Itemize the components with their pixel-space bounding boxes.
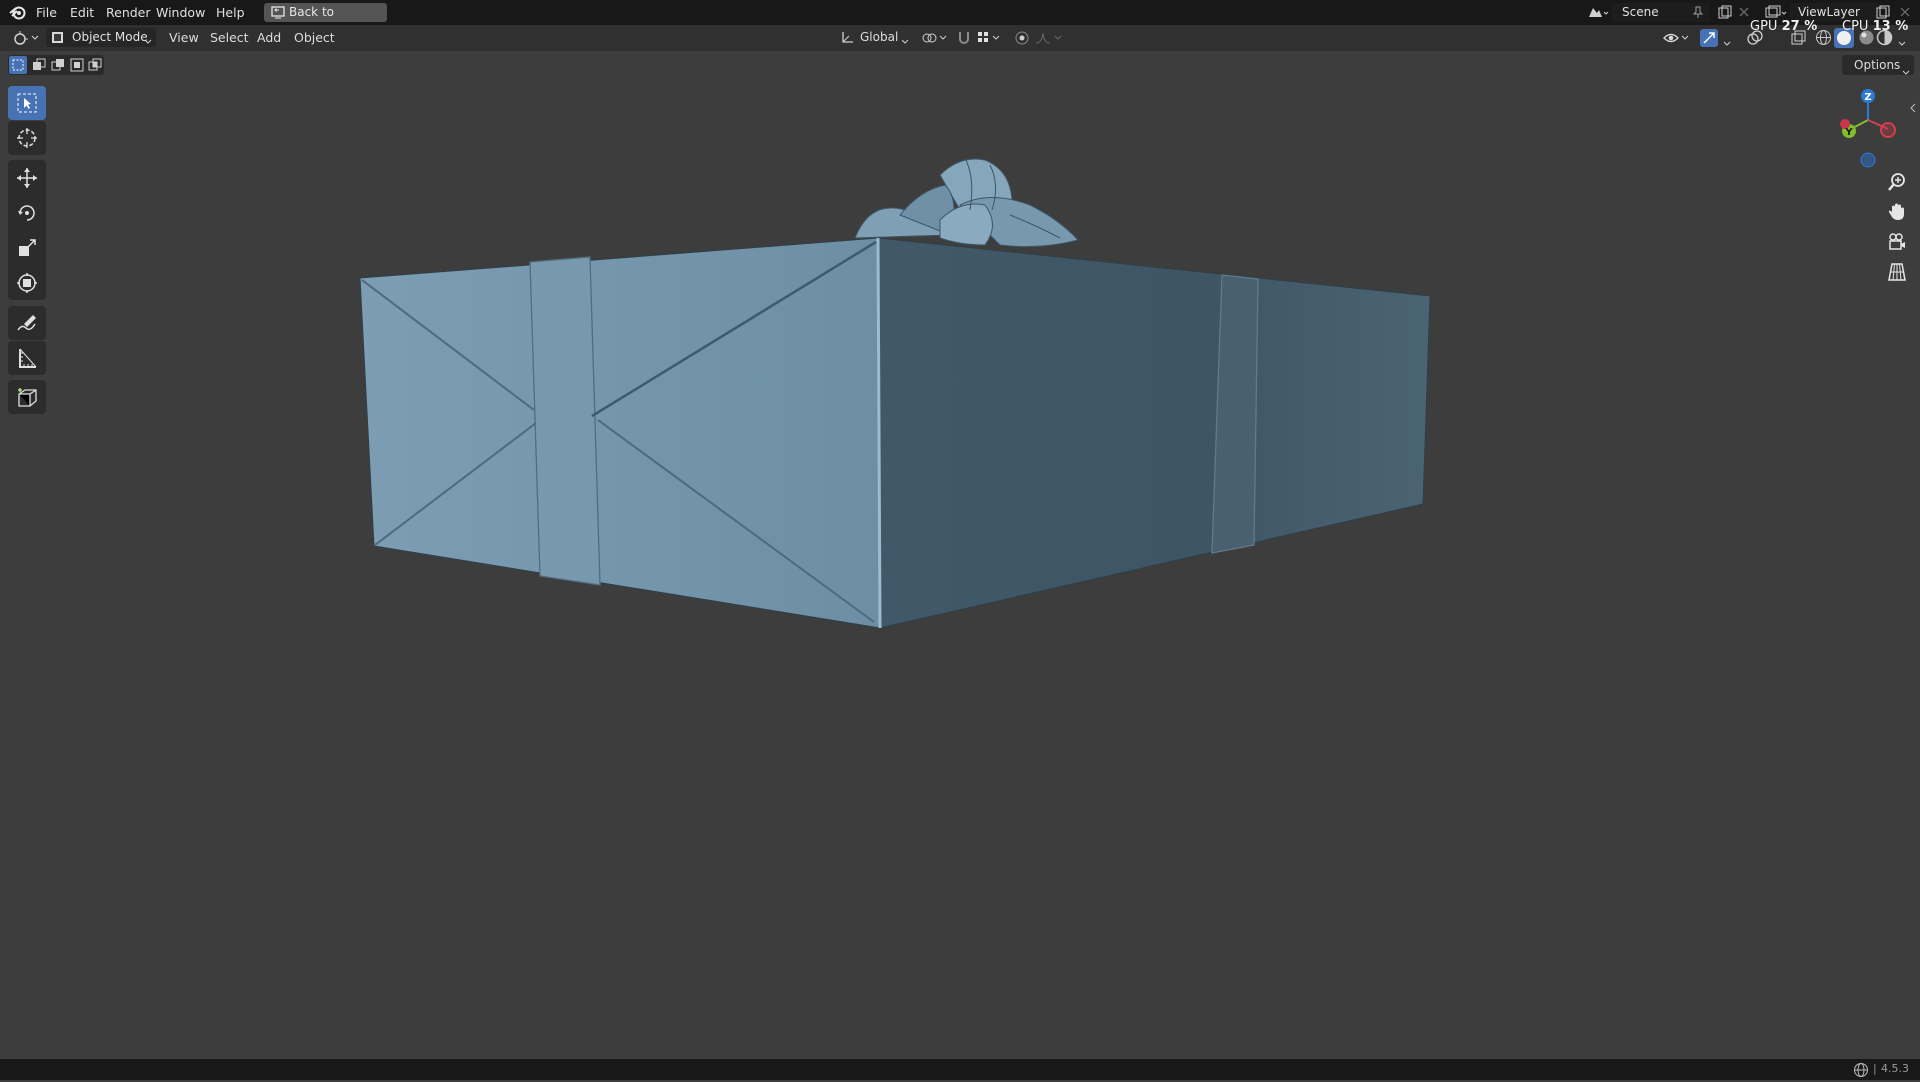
network-globe-icon[interactable]	[1853, 1062, 1869, 1082]
camera-view-button[interactable]	[1881, 228, 1911, 256]
camera-icon	[1887, 232, 1907, 256]
gpu-usage: GPU 27 %	[1750, 19, 1817, 34]
sidebar-toggle-icon[interactable]	[1909, 102, 1917, 118]
version-label: 4.5.3	[1881, 1062, 1909, 1075]
gizmo-y-label: Y	[1844, 127, 1853, 138]
cpu-label: CPU	[1842, 19, 1869, 34]
gpu-value: 27 %	[1781, 19, 1818, 34]
perspective-toggle-button[interactable]	[1881, 258, 1911, 286]
status-bar: | 4.5.3	[0, 1059, 1920, 1080]
cpu-value: 13 %	[1872, 19, 1909, 34]
gizmo-z-label: Z	[1864, 92, 1871, 103]
pan-button[interactable]	[1881, 198, 1911, 226]
gift-box-model[interactable]	[0, 0, 1920, 1080]
gift-bow	[854, 158, 1079, 248]
hand-pan-icon	[1887, 202, 1907, 226]
zoom-magnifier-icon	[1887, 172, 1907, 196]
zoom-button[interactable]	[1881, 168, 1911, 196]
navigation-gizmo[interactable]: Z Y	[1828, 84, 1908, 172]
cpu-usage: CPU 13 %	[1842, 19, 1908, 34]
gpu-label: GPU	[1750, 19, 1778, 34]
status-separator: |	[1873, 1062, 1877, 1075]
grid-perspective-icon	[1887, 262, 1907, 286]
